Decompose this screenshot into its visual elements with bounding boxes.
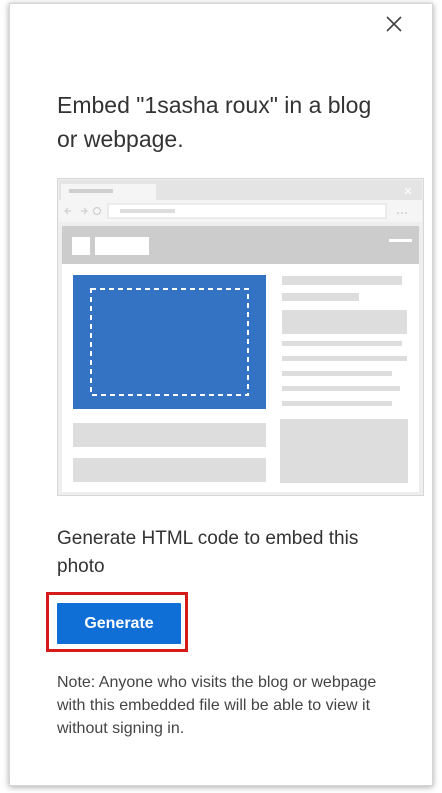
generate-button[interactable]: Generate: [57, 603, 181, 644]
dialog-title: Embed "1sasha roux" in a blog or webpage…: [57, 92, 372, 152]
embed-description: Generate HTML code to embed this photo: [57, 528, 359, 577]
close-icon: [386, 16, 402, 32]
embed-note: Note: Anyone who visits the blog or webp…: [57, 674, 377, 737]
close-button[interactable]: [382, 12, 406, 36]
embed-webpage-illustration: [57, 178, 424, 496]
